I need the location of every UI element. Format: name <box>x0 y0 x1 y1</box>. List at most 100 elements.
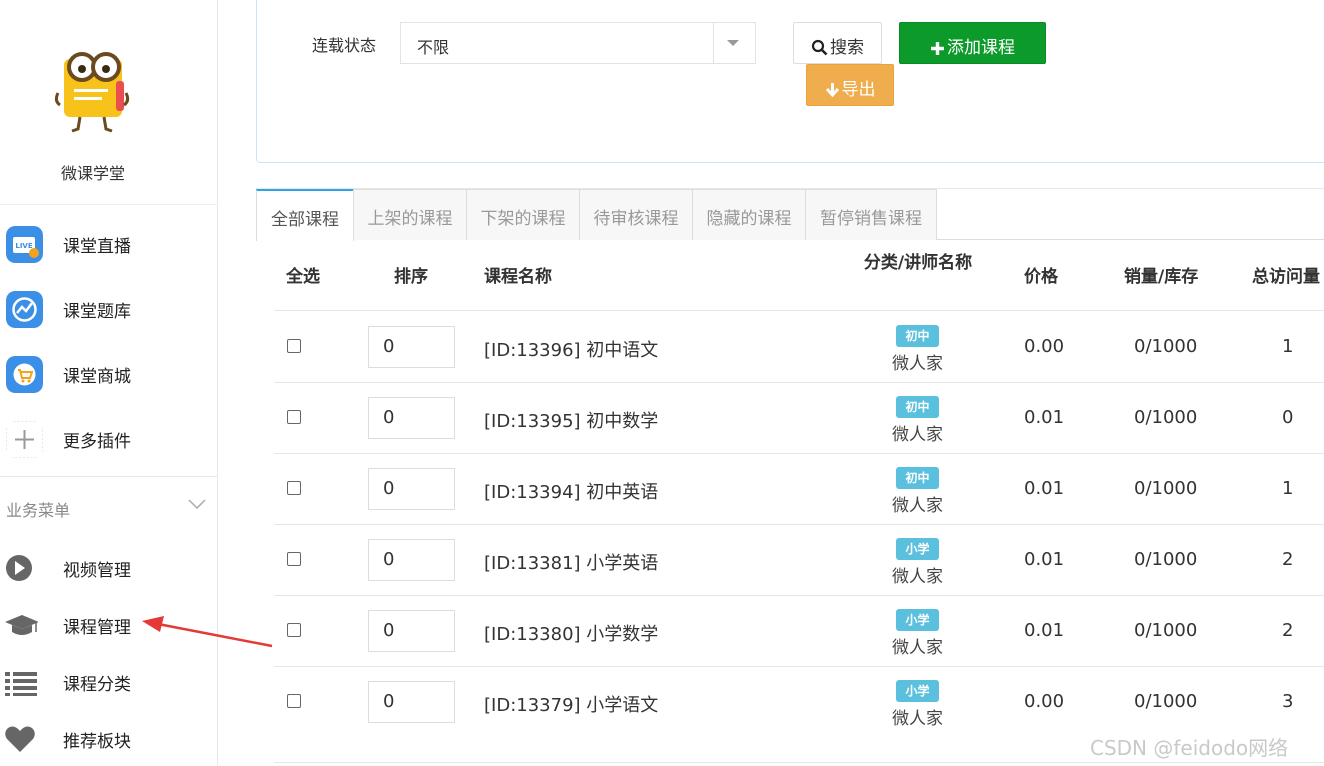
sales-stock: 0/1000 <box>1134 620 1198 641</box>
tab-listed-courses[interactable]: 上架的课程 <box>353 189 467 240</box>
column-header-select-all[interactable]: 全选 <box>286 262 320 287</box>
sidebar-item-live[interactable]: LIVE 课堂直播 <box>0 220 218 268</box>
teacher-name: 微人家 <box>892 354 943 374</box>
category-badge: 小学 <box>896 680 939 702</box>
visit-count: 3 <box>1282 691 1294 712</box>
status-filter-label: 连载状态 <box>312 36 377 55</box>
sidebar-item-video-management[interactable]: 视频管理 <box>0 545 218 591</box>
price: 0.01 <box>1024 478 1065 499</box>
visit-count: 1 <box>1282 478 1294 499</box>
business-menu-label: 业务菜单 <box>6 501 71 520</box>
search-button-label: 搜索 <box>830 38 864 58</box>
course-name[interactable]: [ID:13394] 初中英语 <box>484 478 658 504</box>
visit-count: 0 <box>1282 407 1294 428</box>
sort-input[interactable]: 0 <box>368 326 455 368</box>
sidebar-item-label: 课程管理 <box>63 618 131 638</box>
sidebar-item-label: 更多插件 <box>63 432 131 452</box>
price: 0.01 <box>1024 549 1065 570</box>
price: 0.01 <box>1024 620 1065 641</box>
sidebar-item-label: 课堂题库 <box>63 302 131 322</box>
course-name[interactable]: [ID:13395] 初中数学 <box>484 407 658 433</box>
tab-label: 隐藏的课程 <box>706 209 792 229</box>
sort-input[interactable]: 0 <box>368 610 455 652</box>
select-divider <box>713 23 714 63</box>
sort-input[interactable]: 0 <box>368 468 455 510</box>
tab-unlisted-courses[interactable]: 下架的课程 <box>466 189 580 240</box>
chevron-down-icon <box>188 499 206 510</box>
table-row: 0 [ID:13379] 小学语文 小学 微人家 0.00 0/1000 3 <box>274 666 1324 737</box>
brand-area: 微课学堂 <box>0 0 218 205</box>
sort-input[interactable]: 0 <box>368 539 455 581</box>
sidebar-item-label: 推荐板块 <box>63 732 131 752</box>
business-menu-toggle[interactable]: 业务菜单 <box>0 476 218 538</box>
status-select[interactable]: 不限 <box>400 22 756 64</box>
visit-count: 2 <box>1282 620 1294 641</box>
sidebar-item-question-bank[interactable]: 课堂题库 <box>0 285 218 333</box>
row-checkbox[interactable] <box>287 481 301 495</box>
table-row: 0 [ID:13395] 初中数学 初中 微人家 0.01 0/1000 0 <box>274 382 1324 453</box>
sidebar-item-mall[interactable]: 课堂商城 <box>0 350 218 398</box>
sort-input[interactable]: 0 <box>368 397 455 439</box>
live-icon-text: LIVE <box>15 242 32 250</box>
add-course-button-label: 添加课程 <box>947 38 1015 58</box>
sales-stock: 0/1000 <box>1134 549 1198 570</box>
tab-label: 上架的课程 <box>367 209 453 229</box>
tab-hidden-courses[interactable]: 隐藏的课程 <box>692 189 806 240</box>
price: 0.01 <box>1024 407 1065 428</box>
export-button-label: 导出 <box>841 80 876 100</box>
column-header-category: 分类/讲师名称 <box>863 253 973 273</box>
price: 0.00 <box>1024 691 1065 712</box>
category-badge: 初中 <box>896 325 939 347</box>
caret-down-icon <box>727 40 739 46</box>
column-header-sales-stock: 销量/库存 <box>1124 267 1199 287</box>
heart-icon <box>5 726 35 752</box>
row-checkbox[interactable] <box>287 552 301 566</box>
search-button[interactable]: 搜索 <box>793 22 882 64</box>
row-divider <box>274 762 1324 763</box>
sidebar-item-recommend-block[interactable]: 推荐板块 <box>0 716 218 762</box>
table-row: 0 [ID:13394] 初中英语 初中 微人家 0.01 0/1000 1 <box>274 453 1324 524</box>
sidebar-item-label: 课程分类 <box>63 675 131 695</box>
page-root: 微课学堂 LIVE 课堂直播 课堂题库 课堂商城 更多插件 业务菜单 视频管理 … <box>0 0 1324 766</box>
teacher-name: 微人家 <box>892 496 943 516</box>
search-icon <box>811 39 828 56</box>
question-bank-icon <box>6 291 43 328</box>
table-row: 0 [ID:13380] 小学数学 小学 微人家 0.01 0/1000 2 <box>274 595 1324 666</box>
annotation-arrow-icon <box>142 616 273 648</box>
visit-count: 2 <box>1282 549 1294 570</box>
add-course-button[interactable]: 添加课程 <box>899 22 1046 64</box>
course-name[interactable]: [ID:13381] 小学英语 <box>484 549 658 575</box>
course-name[interactable]: [ID:13396] 初中语文 <box>484 336 658 362</box>
sidebar-item-more-plugins[interactable]: 更多插件 <box>0 415 218 463</box>
sales-stock: 0/1000 <box>1134 478 1198 499</box>
sales-stock: 0/1000 <box>1134 691 1198 712</box>
column-header-visits: 总访问量 <box>1252 267 1320 287</box>
sidebar-item-label: 视频管理 <box>63 561 131 581</box>
tab-paused-sale-courses[interactable]: 暂停销售课程 <box>805 189 937 240</box>
teacher-name: 微人家 <box>892 425 943 445</box>
course-name[interactable]: [ID:13379] 小学语文 <box>484 691 658 717</box>
plus-icon <box>6 421 43 458</box>
sort-input[interactable]: 0 <box>368 681 455 723</box>
tab-label: 下架的课程 <box>480 209 566 229</box>
sidebar-item-course-category[interactable]: 课程分类 <box>0 659 218 705</box>
list-icon <box>5 672 37 696</box>
column-header-sort: 排序 <box>394 267 428 287</box>
tab-pending-review-courses[interactable]: 待审核课程 <box>579 189 693 240</box>
graduation-cap-icon <box>5 615 38 635</box>
row-checkbox[interactable] <box>287 410 301 424</box>
play-circle-icon <box>6 555 32 581</box>
status-select-value: 不限 <box>417 38 450 57</box>
column-header-name: 课程名称 <box>484 267 552 287</box>
tab-label: 全部课程 <box>271 210 339 230</box>
export-button[interactable]: 导出 <box>806 64 894 106</box>
row-checkbox[interactable] <box>287 623 301 637</box>
tab-all-courses[interactable]: 全部课程 <box>256 189 354 241</box>
row-checkbox[interactable] <box>287 339 301 353</box>
watermark: CSDN @feidodo网络 <box>1090 736 1289 760</box>
row-checkbox[interactable] <box>287 694 301 708</box>
shopping-cart-icon <box>6 356 43 393</box>
brand-name: 微课学堂 <box>60 164 125 183</box>
arrow-down-icon <box>825 83 839 98</box>
course-name[interactable]: [ID:13380] 小学数学 <box>484 620 658 646</box>
